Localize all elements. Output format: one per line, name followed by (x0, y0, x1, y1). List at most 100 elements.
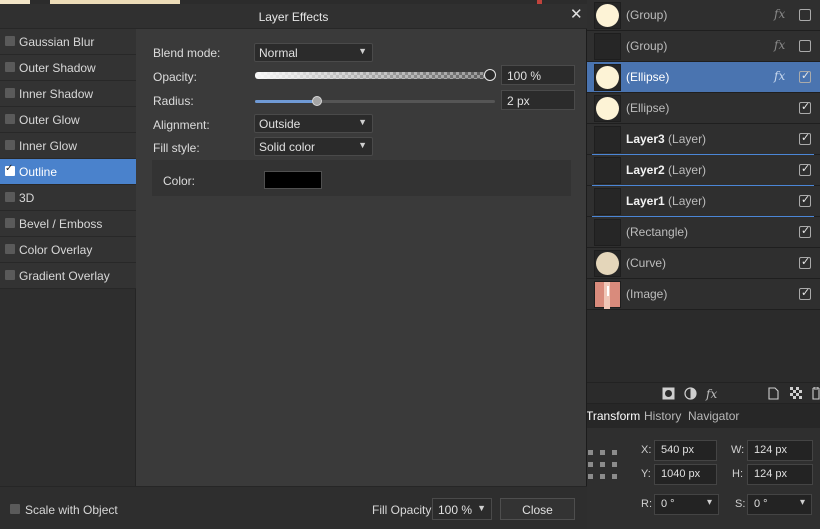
layer-row[interactable]: (Curve) (586, 248, 820, 279)
effect-checkbox[interactable] (5, 62, 15, 72)
layer-name: (Curve) (626, 256, 667, 270)
effect-item-bevel-emboss[interactable]: Bevel / Emboss (0, 211, 136, 237)
layer-thumbnail (594, 157, 621, 184)
color-label: Color: (163, 174, 196, 188)
effect-checkbox[interactable] (5, 114, 15, 124)
layer-kind: (Layer) (668, 163, 707, 177)
x-field[interactable]: 540 px (654, 440, 717, 461)
color-swatch[interactable] (264, 171, 322, 189)
layer-row[interactable]: (Group) fx (586, 0, 820, 31)
fx-icon[interactable]: fx (774, 69, 785, 83)
opacity-slider[interactable] (255, 72, 486, 79)
shear-field[interactable]: 0 ° (747, 494, 812, 515)
layer-row[interactable]: (Rectangle) (586, 217, 820, 248)
layer-row[interactable]: (Ellipse) (586, 93, 820, 124)
effect-label: Outline (19, 165, 58, 179)
layer-row[interactable]: Layer2 (Layer) (586, 155, 820, 186)
pixel-layer-icon[interactable] (790, 387, 802, 402)
visibility-checkbox[interactable] (799, 255, 811, 269)
fill-style-dropdown[interactable]: Solid color ▼ (254, 137, 373, 156)
layer-row[interactable]: (Ellipse) fx (586, 62, 820, 93)
effect-item-3d[interactable]: 3D (0, 185, 136, 211)
scale-with-object-label: Scale with Object (25, 503, 118, 517)
radius-slider-handle[interactable] (312, 96, 322, 106)
layer-title: Layer2 (626, 163, 665, 177)
fx-icon[interactable]: fx (774, 38, 785, 52)
effect-item-gradient-overlay[interactable]: Gradient Overlay (0, 263, 136, 289)
layer-kind: (Layer) (668, 132, 707, 146)
radius-field[interactable]: 2 px (501, 90, 575, 110)
effect-item-outline[interactable]: Outline (0, 159, 136, 185)
effect-checkbox[interactable] (5, 163, 15, 176)
alignment-dropdown[interactable]: Outside ▼ (254, 114, 373, 133)
canvas-strip (0, 0, 587, 4)
visibility-checkbox[interactable] (799, 162, 811, 176)
visibility-checkbox[interactable] (799, 286, 811, 300)
effect-checkbox[interactable] (5, 244, 15, 254)
r-label: R: (641, 498, 652, 510)
adjustment-icon[interactable] (684, 387, 697, 403)
effect-checkbox[interactable] (5, 88, 15, 98)
mask-icon[interactable] (662, 387, 675, 403)
effect-label: Gradient Overlay (19, 269, 110, 283)
effect-checkbox[interactable] (5, 192, 15, 202)
fill-opacity-value: 100 % (438, 503, 473, 517)
transform-tabs: Transform History Navigator (586, 404, 820, 428)
effect-label: Bevel / Emboss (19, 217, 103, 231)
layer-list: (Group) fx (Group) fx (Ellipse) fx (Ellipse) La… (586, 0, 820, 310)
effect-label: Outer Shadow (19, 61, 96, 75)
visibility-checkbox[interactable] (799, 9, 811, 21)
y-field[interactable]: 1040 px (654, 464, 717, 485)
fill-opacity-dropdown[interactable]: 100 % ▼ (432, 498, 492, 520)
scale-with-object-checkbox[interactable] (10, 504, 20, 514)
layer-row[interactable]: (Image) (586, 279, 820, 310)
close-button[interactable]: Close (500, 498, 575, 520)
visibility-checkbox[interactable] (799, 193, 811, 207)
visibility-checkbox[interactable] (799, 69, 811, 83)
effect-item-outer-shadow[interactable]: Outer Shadow (0, 55, 136, 81)
fx-icon[interactable]: fx (706, 387, 717, 401)
effect-checkbox[interactable] (5, 36, 15, 46)
new-layer-icon[interactable] (768, 387, 779, 403)
effect-item-gaussian-blur[interactable]: Gaussian Blur (0, 29, 136, 55)
w-field[interactable]: 124 px (747, 440, 813, 461)
visibility-checkbox[interactable] (799, 100, 811, 114)
effect-item-outer-glow[interactable]: Outer Glow (0, 107, 136, 133)
tab-navigator[interactable]: Navigator (688, 409, 739, 423)
effect-item-inner-glow[interactable]: Inner Glow (0, 133, 136, 159)
radius-slider[interactable] (255, 100, 495, 103)
rotation-field[interactable]: 0 ° (654, 494, 719, 515)
delete-icon[interactable] (812, 386, 820, 403)
blend-mode-value: Normal (259, 46, 298, 60)
layer-row[interactable]: (Group) fx (586, 31, 820, 62)
effect-checkbox[interactable] (5, 140, 15, 150)
tab-history[interactable]: History (644, 409, 681, 423)
effect-item-color-overlay[interactable]: Color Overlay (0, 237, 136, 263)
tab-transform[interactable]: Transform (586, 409, 640, 423)
visibility-checkbox[interactable] (799, 131, 811, 145)
fill-style-label: Fill style: (153, 141, 200, 155)
fx-icon[interactable]: fx (774, 7, 785, 21)
close-icon[interactable]: ✕ (570, 7, 583, 23)
effect-label: 3D (19, 191, 35, 205)
anchor-selector[interactable] (588, 450, 618, 480)
effect-checkbox[interactable] (5, 218, 15, 228)
effect-label: Outer Glow (19, 113, 80, 127)
opacity-field[interactable]: 100 % (501, 65, 575, 85)
layer-name: (Group) (626, 39, 668, 53)
visibility-checkbox[interactable] (799, 40, 811, 52)
layer-thumbnail (594, 281, 621, 309)
blend-mode-dropdown[interactable]: Normal ▼ (254, 43, 373, 62)
shear-value: 0 ° (754, 498, 768, 510)
effect-item-inner-shadow[interactable]: Inner Shadow (0, 81, 136, 107)
opacity-slider-handle[interactable] (484, 69, 496, 81)
h-field[interactable]: 124 px (747, 464, 813, 485)
visibility-checkbox[interactable] (799, 224, 811, 238)
chevron-down-icon: ▼ (358, 140, 367, 150)
layer-row[interactable]: Layer1 (Layer) (586, 186, 820, 217)
s-label: S: (735, 498, 746, 510)
layer-thumbnail (594, 219, 621, 246)
layer-row[interactable]: Layer3 (Layer) (586, 124, 820, 155)
effect-checkbox[interactable] (5, 270, 15, 280)
layer-name: Layer2 (Layer) (626, 163, 706, 177)
